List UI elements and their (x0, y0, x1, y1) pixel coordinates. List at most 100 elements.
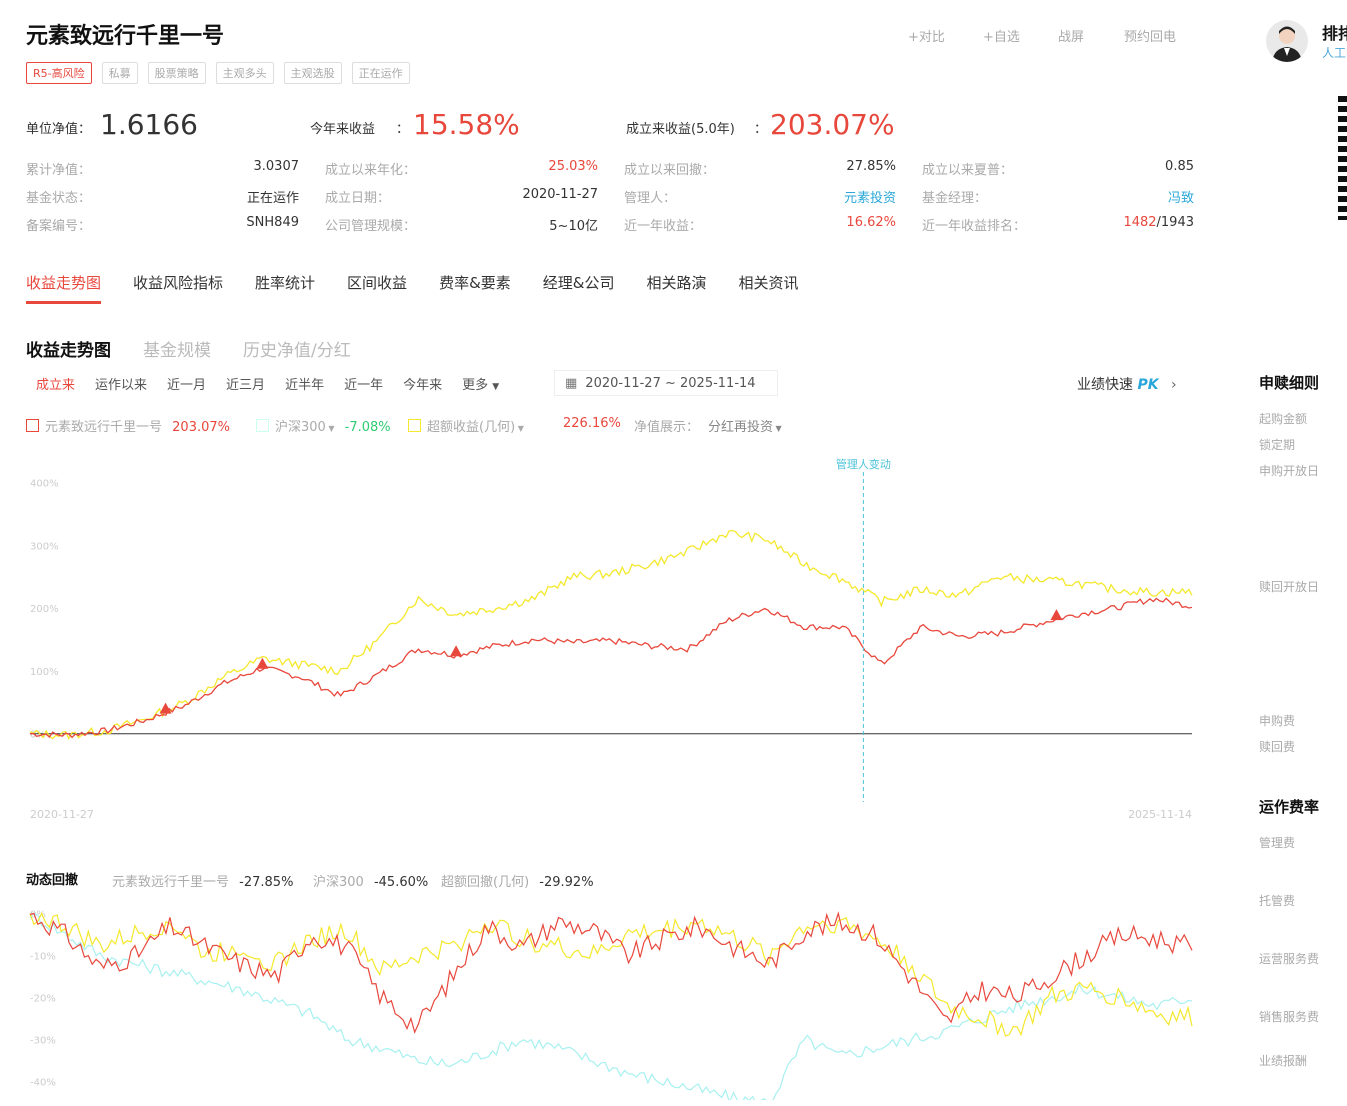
sub-tabs: 收益走势图 基金规模 历史净值/分红 (26, 336, 351, 361)
callback-button[interactable]: 预约回电 (1124, 26, 1176, 45)
tab-return-chart[interactable]: 收益走势图 (26, 272, 102, 304)
legend-excess-value: 226.16% (563, 416, 621, 431)
nav-show-select[interactable]: 分红再投资 ▼ (708, 416, 782, 435)
watchlist-button[interactable]: +自选 (983, 26, 1020, 45)
metric-value[interactable]: 冯致 (1168, 187, 1194, 206)
x-tick-label: 2020-11-27 (30, 808, 94, 821)
avatar[interactable] (1266, 20, 1308, 62)
tab-manager-company[interactable]: 经理&公司 (543, 272, 615, 304)
calendar-icon: ▦ (565, 375, 578, 391)
drawdown-fund (29, 911, 1193, 1034)
legend-excess-label: 超额收益(几何) (427, 420, 516, 435)
dd-excess-value: -29.92% (539, 875, 594, 890)
legend-fund-label: 元素致远行千里一号 (45, 420, 163, 435)
pk-link[interactable]: 业绩快速 PK › (1077, 374, 1177, 394)
date-range-picker[interactable]: ▦ 2020-11-27 ~ 2025-11-14 (554, 370, 778, 396)
dd-legend-excess: 超额回撤(几何) -29.92% (441, 871, 594, 890)
return-chart[interactable]: 400%300%200%100%0%管理人变动2020-11-27 2025-11… (0, 440, 1250, 830)
tab-fees[interactable]: 费率&要素 (439, 272, 511, 304)
side-sales-fee: 销售服务费 (1259, 1010, 1320, 1024)
metric-label: 累计净值： (26, 163, 92, 178)
rank-value: 1482 (1123, 215, 1157, 230)
tab-risk-metrics[interactable]: 收益风险指标 (133, 272, 223, 304)
tag: 私募 (101, 62, 138, 84)
subtab-fund-size[interactable]: 基金规模 (143, 336, 211, 361)
y-tick-label: -30% (30, 1036, 56, 1047)
manager-change-label: 管理人变动 (836, 457, 891, 471)
x-tick-label: 2025-11-14 (1128, 808, 1192, 821)
tab-roadshow[interactable]: 相关路演 (646, 272, 706, 304)
event-marker-icon[interactable] (256, 657, 269, 669)
compare-button[interactable]: +对比 (908, 26, 945, 45)
tag-risk: R5-高风险 (26, 62, 92, 84)
dd-index-value: -45.60% (373, 875, 429, 890)
event-marker-icon[interactable] (1050, 609, 1063, 621)
range-ytd[interactable]: 今年来 (403, 374, 442, 393)
metric-label: 成立日期： (325, 191, 391, 206)
side-title-fees: 运作费率 (1259, 798, 1320, 816)
dd-excess-label: 超额回撤(几何) (441, 875, 530, 890)
battle-screen-button[interactable]: 战屏 (1058, 26, 1084, 45)
event-marker-icon[interactable] (450, 645, 463, 657)
range-since-operation[interactable]: 运作以来 (95, 374, 147, 393)
y-tick-label: -10% (30, 951, 56, 962)
y-tick-label: 400% (30, 479, 59, 490)
y-tick-label: 100% (30, 667, 59, 678)
nav-show-label: 净值展示： (634, 420, 700, 435)
series-line-excess (29, 529, 1193, 740)
fund-title: 元素致远行千里一号 (26, 24, 225, 49)
drawdown-chart[interactable]: 0%-10%-20%-30%-40% (0, 895, 1250, 1100)
checkbox-icon (26, 419, 39, 432)
metric-label: 近一年收益排名： (922, 219, 1027, 234)
side-custody-fee: 托管费 (1259, 894, 1296, 908)
nav-value: 1.6166 (100, 108, 198, 141)
caret-down-icon: ▼ (492, 382, 500, 392)
metric-label: 近一年收益： (624, 219, 703, 234)
legend-excess[interactable]: 超额收益(几何) ▼ (408, 416, 524, 435)
subtab-return-chart[interactable]: 收益走势图 (26, 336, 111, 361)
metric-label: 管理人： (624, 191, 677, 206)
metric-label: 基金状态： (26, 191, 92, 206)
caret-down-icon: ▼ (515, 424, 524, 433)
side-lockup: 锁定期 (1259, 438, 1296, 452)
tag: 正在运作 (351, 62, 410, 84)
legend-fund[interactable]: 元素致远行千里一号 203.07% (26, 416, 230, 435)
legend-index[interactable]: 沪深300 ▼ -7.08% (256, 416, 391, 435)
colon: ： (754, 122, 768, 137)
y-tick-label: 200% (30, 604, 59, 615)
tab-news[interactable]: 相关资讯 (738, 272, 798, 304)
side-mgmt-fee: 管理费 (1259, 836, 1296, 850)
event-marker-icon[interactable] (159, 702, 172, 714)
metric-value[interactable]: 元素投资 (844, 187, 896, 206)
metric-value: 5~10亿 (549, 219, 598, 234)
range-since-inception[interactable]: 成立来 (36, 374, 75, 393)
nav-show-value: 分红再投资 (708, 420, 774, 435)
tab-win-rate[interactable]: 胜率统计 (255, 272, 315, 304)
side-purchase-fee: 申购费 (1259, 714, 1296, 728)
metric-value: 0.85 (1165, 159, 1194, 174)
side-min-purchase: 起购金额 (1259, 412, 1308, 426)
y-tick-label: -20% (30, 994, 56, 1005)
range-more[interactable]: 更多 ▼ (462, 374, 499, 393)
range-1y[interactable]: 近一年 (344, 374, 383, 393)
legend-index-label: 沪深300 (275, 420, 326, 435)
range-3m[interactable]: 近三月 (226, 374, 265, 393)
dd-fund-value: -27.85% (239, 875, 294, 890)
dd-legend-index: 沪深300 -45.60% (313, 871, 428, 890)
metric-label: 基金经理： (922, 191, 988, 206)
legend-index-value: -7.08% (344, 420, 391, 435)
drawdown-excess (29, 911, 1193, 1037)
metric-value: SNH849 (246, 215, 299, 230)
side-perf-fee: 业绩报酬 (1259, 1054, 1308, 1068)
y-tick-label: 300% (30, 541, 59, 552)
manager-name: 排排 (1322, 24, 1347, 43)
tab-period-return[interactable]: 区间收益 (347, 272, 407, 304)
metric-label: 成立以来回撤： (624, 163, 716, 178)
range-6m[interactable]: 近半年 (285, 374, 324, 393)
manager-subtitle[interactable]: 人工 (1322, 44, 1346, 61)
caret-down-icon: ▼ (773, 424, 782, 433)
person-icon (1272, 26, 1302, 62)
metric-label: 公司管理规模： (325, 219, 417, 234)
subtab-history-nav[interactable]: 历史净值/分红 (243, 336, 351, 361)
range-1m[interactable]: 近一月 (167, 374, 206, 393)
